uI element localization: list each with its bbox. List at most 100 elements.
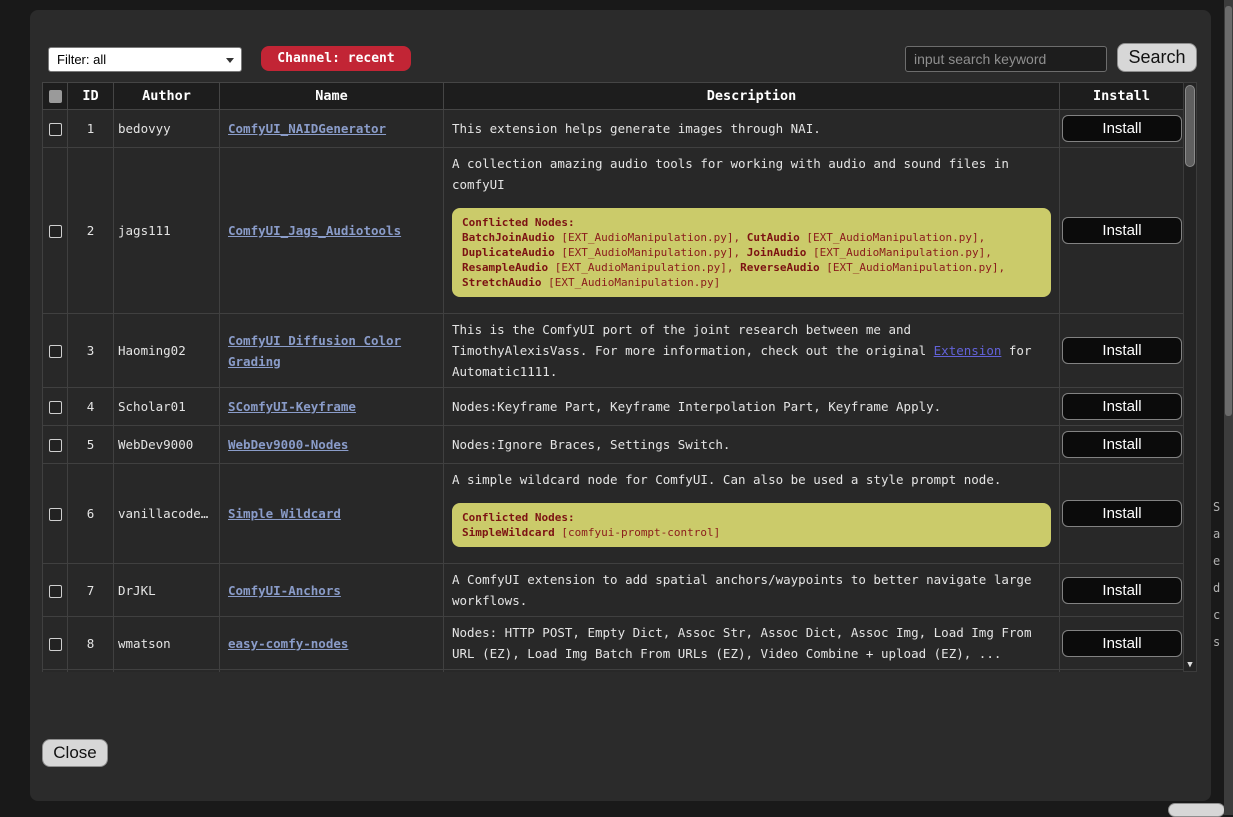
clipped-background-text: S — [1213, 500, 1220, 514]
channel-badge: Channel: recent — [261, 46, 411, 71]
page-scrollbar[interactable] — [1224, 0, 1233, 815]
install-button[interactable]: Install — [1062, 337, 1182, 364]
header-name: Name — [220, 83, 444, 110]
table-row: 5 WebDev9000 WebDev9000-Nodes Nodes:Igno… — [43, 426, 1184, 464]
page-scrollbar-thumb[interactable] — [1225, 6, 1232, 416]
row-id: 3 — [68, 314, 114, 388]
conflict-node-name: ReverseAudio — [740, 261, 819, 274]
conflicted-nodes-box: Conflicted Nodes: BatchJoinAudio [EXT_Au… — [452, 208, 1051, 297]
filter-select-value: Filter: all — [57, 52, 106, 67]
search-input[interactable] — [905, 46, 1107, 72]
row-author: wmatson — [114, 617, 220, 670]
extension-name-link[interactable]: ComfyUI-Anchors — [228, 583, 341, 598]
row-author: WebDev9000 — [114, 426, 220, 464]
clipped-background-text: e — [1213, 554, 1220, 568]
conflict-node-source: [EXT_AudioManipulation.py], — [813, 246, 992, 259]
filter-select[interactable]: Filter: all — [48, 47, 242, 72]
conflict-node-source: [EXT_AudioManipulation.py], — [826, 261, 1005, 274]
table-scrollbar[interactable]: ▼ — [1183, 82, 1197, 672]
install-button[interactable]: Install — [1062, 393, 1182, 420]
table-row: 2 jags111 ComfyUI_Jags_Audiotools A coll… — [43, 148, 1184, 314]
header-author: Author — [114, 83, 220, 110]
row-description: A simple wildcard node for ComfyUI. Can … — [452, 469, 1051, 490]
row-id: 8 — [68, 617, 114, 670]
row-author: SoftMeng — [114, 670, 220, 673]
extension-name-link[interactable]: easy-comfy-nodes — [228, 636, 348, 651]
custom-nodes-table: ID Author Name Description Install 1 bed… — [42, 82, 1183, 672]
table-row: 3 Haoming02 ComfyUI Diffusion Color Grad… — [43, 314, 1184, 388]
row-checkbox[interactable] — [49, 225, 62, 238]
row-checkbox[interactable] — [49, 401, 62, 414]
header-description: Description — [444, 83, 1060, 110]
row-id: 2 — [68, 148, 114, 314]
row-author: vanillacode314 — [114, 464, 220, 564]
chevron-down-icon — [226, 58, 234, 63]
conflict-node-name: ResampleAudio — [462, 261, 548, 274]
table-row: 6 vanillacode314 Simple Wildcard A simpl… — [43, 464, 1184, 564]
table-row: 4 Scholar01 SComfyUI-Keyframe Nodes:Keyf… — [43, 388, 1184, 426]
extension-name-link[interactable]: Simple Wildcard — [228, 506, 341, 521]
conflict-node-name: StretchAudio — [462, 276, 541, 289]
conflict-node-name: SimpleWildcard — [462, 526, 555, 539]
header-id: ID — [68, 83, 114, 110]
install-button[interactable]: Install — [1062, 500, 1182, 527]
row-id: 7 — [68, 564, 114, 617]
row-checkbox[interactable] — [49, 345, 62, 358]
extension-name-link[interactable]: WebDev9000-Nodes — [228, 437, 348, 452]
header-install: Install — [1060, 83, 1184, 110]
extension-name-link[interactable]: SComfyUI-Keyframe — [228, 399, 356, 414]
conflict-node-name: DuplicateAudio — [462, 246, 555, 259]
install-button[interactable]: Install — [1062, 577, 1182, 604]
conflicted-nodes-box: Conflicted Nodes: SimpleWildcard [comfyu… — [452, 503, 1051, 547]
install-button[interactable]: Install — [1062, 217, 1182, 244]
row-author: bedovyy — [114, 110, 220, 148]
row-author: Haoming02 — [114, 314, 220, 388]
conflict-node-name: BatchJoinAudio — [462, 231, 555, 244]
row-checkbox[interactable] — [49, 439, 62, 452]
conflict-title: Conflicted Nodes: — [462, 215, 1041, 230]
row-checkbox[interactable] — [49, 638, 62, 651]
row-description: A collection amazing audio tools for wor… — [452, 153, 1051, 195]
extension-name-link[interactable]: ComfyUI_NAIDGenerator — [228, 121, 386, 136]
row-description: Nodes:Ignore Braces, Settings Switch. — [444, 426, 1060, 464]
conflict-node-source: [EXT_AudioManipulation.py], — [561, 246, 740, 259]
select-all-checkbox[interactable] — [49, 90, 62, 103]
table-row: 9 SoftMeng ComfyUI_Mexx_Styler Nodes: Co… — [43, 670, 1184, 673]
table-row: 8 wmatson easy-comfy-nodes Nodes: HTTP P… — [43, 617, 1184, 670]
table-row: 7 DrJKL ComfyUI-Anchors A ComfyUI extens… — [43, 564, 1184, 617]
conflict-node-name: JoinAudio — [747, 246, 807, 259]
row-id: 6 — [68, 464, 114, 564]
table-scrollbar-thumb[interactable] — [1185, 85, 1195, 167]
scrollbar-down-arrow[interactable]: ▼ — [1184, 660, 1196, 670]
row-author: DrJKL — [114, 564, 220, 617]
install-button[interactable]: Install — [1062, 630, 1182, 657]
row-description: This extension helps generate images thr… — [444, 110, 1060, 148]
install-button[interactable]: Install — [1062, 431, 1182, 458]
conflict-node-source: [EXT_AudioManipulation.py] — [548, 276, 720, 289]
extension-inline-link[interactable]: Extension — [934, 343, 1002, 358]
extension-name-link[interactable]: ComfyUI_Jags_Audiotools — [228, 223, 401, 238]
row-checkbox[interactable] — [49, 585, 62, 598]
row-description: This is the ComfyUI port of the joint re… — [452, 322, 934, 358]
table-row: 1 bedovyy ComfyUI_NAIDGenerator This ext… — [43, 110, 1184, 148]
table-header-row: ID Author Name Description Install — [43, 83, 1184, 110]
row-id: 9 — [68, 670, 114, 673]
row-author: Scholar01 — [114, 388, 220, 426]
row-id: 1 — [68, 110, 114, 148]
close-button[interactable]: Close — [42, 739, 108, 767]
clipped-background-text: s — [1213, 635, 1220, 649]
extension-name-link[interactable]: ComfyUI Diffusion Color Grading — [228, 333, 401, 369]
row-checkbox[interactable] — [49, 123, 62, 136]
row-author: jags111 — [114, 148, 220, 314]
conflict-node-source: [EXT_AudioManipulation.py], — [561, 231, 740, 244]
row-checkbox[interactable] — [49, 508, 62, 521]
row-description: Nodes: ComfyUI Mexx Styler, ComfyUI Mexx… — [444, 670, 1060, 673]
conflict-node-source: [EXT_AudioManipulation.py], — [806, 231, 985, 244]
clipped-background-text: a — [1213, 527, 1220, 541]
row-description: A ComfyUI extension to add spatial ancho… — [444, 564, 1060, 617]
search-button[interactable]: Search — [1117, 43, 1197, 72]
conflict-title: Conflicted Nodes: — [462, 510, 1041, 525]
row-id: 4 — [68, 388, 114, 426]
install-button[interactable]: Install — [1062, 115, 1182, 142]
conflict-node-name: CutAudio — [747, 231, 800, 244]
